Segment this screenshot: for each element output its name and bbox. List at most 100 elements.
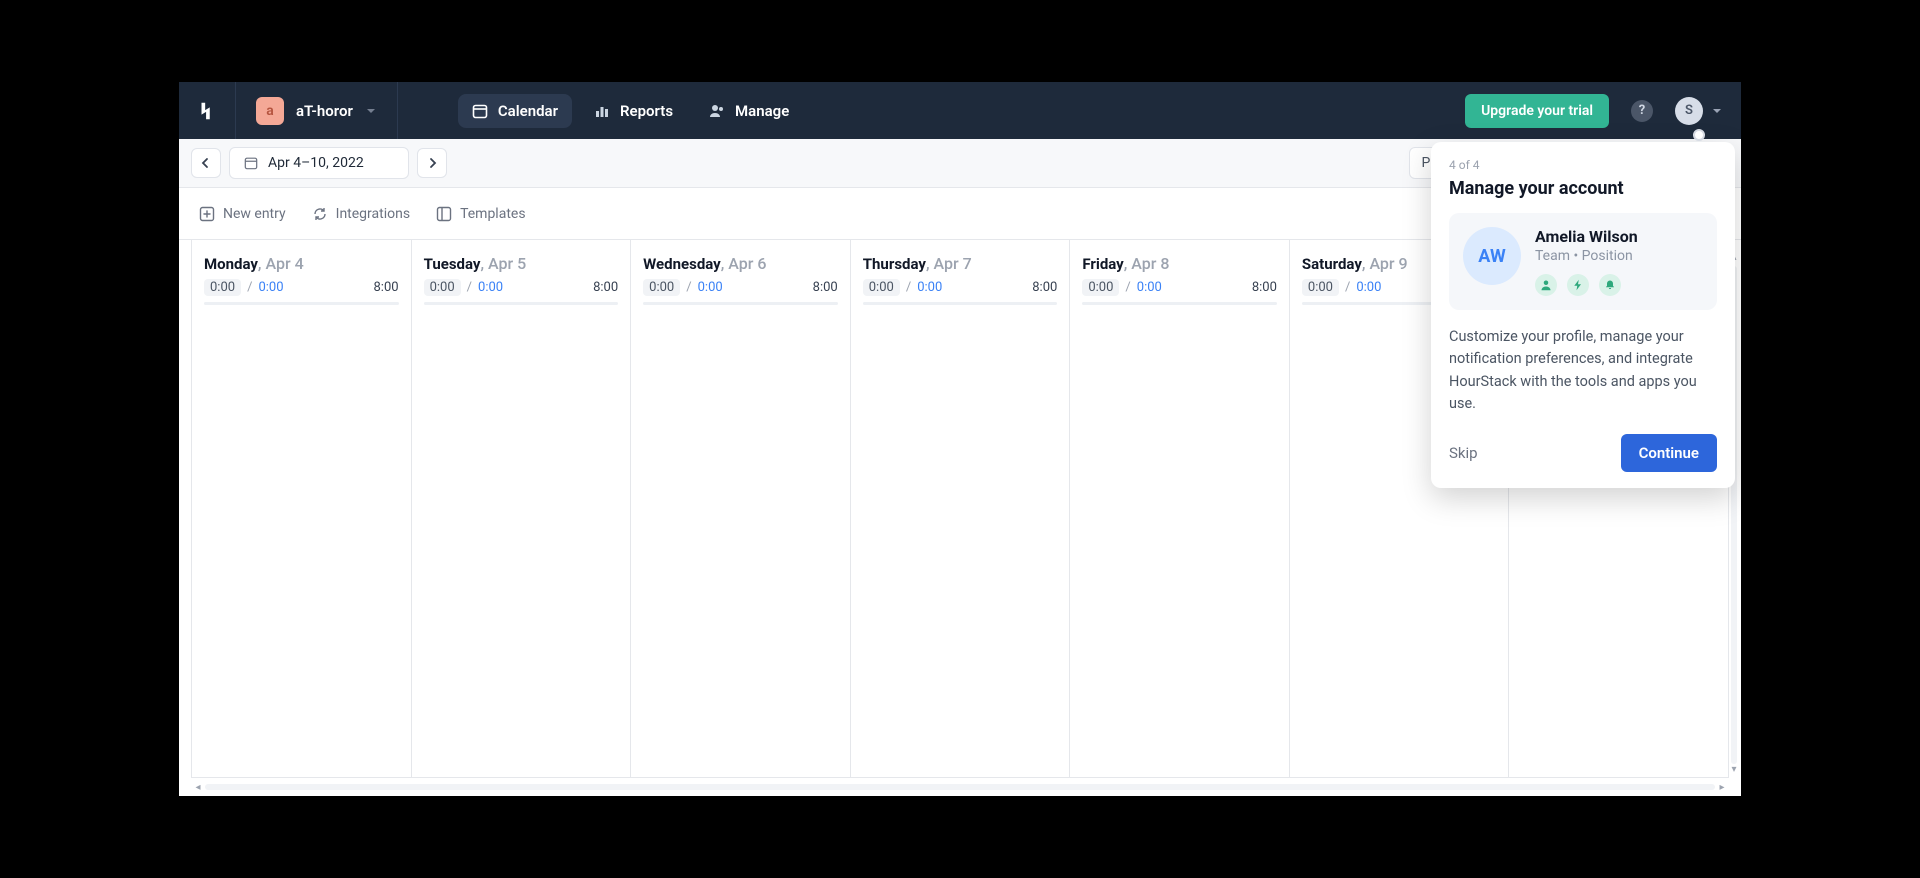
template-icon [436, 206, 452, 222]
hours-scheduled: 0:00 [478, 280, 503, 295]
day-hours: 0:00/0:008:00 [631, 279, 850, 302]
hours-progress [1082, 302, 1277, 305]
hours-progress [643, 302, 838, 305]
day-date: , Apr 6 [721, 254, 767, 273]
popover-anchor-dot [1693, 129, 1705, 141]
calendar-icon [472, 103, 488, 119]
hours-progress [863, 302, 1058, 305]
bar-chart-icon [594, 103, 610, 119]
arrow-right-icon [426, 157, 438, 169]
hours-scheduled: 0:00 [1356, 280, 1381, 295]
refresh-icon [312, 206, 328, 222]
day-date: , Apr 5 [480, 254, 526, 273]
onboarding-step: 4 of 4 [1449, 158, 1717, 172]
profile-card: AW Amelia Wilson Team • Position [1449, 213, 1717, 310]
chevron-down-icon [365, 105, 377, 117]
hours-capacity: 8:00 [374, 280, 399, 295]
day-hours: 0:00/0:008:00 [412, 279, 631, 302]
bolt-icon [1567, 274, 1589, 296]
day-header: Thursday, Apr 7 [851, 240, 1070, 279]
logo-icon [196, 100, 218, 122]
profile-meta: Team • Position [1535, 248, 1638, 264]
hours-logged: 0:00 [643, 279, 680, 296]
onboarding-popover: 4 of 4 Manage your account AW Amelia Wil… [1431, 142, 1735, 488]
hours-logged: 0:00 [1302, 279, 1339, 296]
hours-scheduled: 0:00 [698, 280, 723, 295]
day-name: Thursday [863, 255, 926, 273]
bell-icon [1599, 274, 1621, 296]
hours-progress [424, 302, 619, 305]
day-hours: 0:00/0:008:00 [192, 279, 411, 302]
help-button[interactable]: ? [1631, 100, 1653, 122]
day-date: , Apr 9 [1362, 254, 1408, 273]
upgrade-button[interactable]: Upgrade your trial [1465, 94, 1609, 128]
users-icon [709, 103, 725, 119]
skip-button[interactable]: Skip [1449, 444, 1478, 462]
day-column[interactable]: Friday, Apr 80:00/0:008:00 [1070, 240, 1290, 777]
horizontal-scrollbar[interactable]: ◂ ▸ [191, 782, 1729, 792]
tab-manage-label: Manage [735, 102, 789, 120]
top-nav: a aT-horor Calendar Reports Manage Upgra… [179, 82, 1741, 139]
hours-scheduled: 0:00 [917, 280, 942, 295]
day-date: , Apr 4 [258, 254, 304, 273]
hours-capacity: 8:00 [813, 280, 838, 295]
hours-scheduled: 0:00 [1137, 280, 1162, 295]
user-avatar: S [1675, 97, 1703, 125]
integrations-button[interactable]: Integrations [312, 206, 410, 222]
plus-square-icon [199, 206, 215, 222]
chevron-down-icon [1711, 105, 1723, 117]
scroll-right-icon: ▸ [1715, 782, 1729, 793]
day-column[interactable]: Tuesday, Apr 50:00/0:008:00 [412, 240, 632, 777]
tab-calendar[interactable]: Calendar [458, 94, 572, 128]
profile-icons [1535, 274, 1638, 296]
hours-progress [204, 302, 399, 305]
templates-button[interactable]: Templates [436, 206, 526, 222]
templates-label: Templates [460, 206, 526, 222]
day-date: , Apr 7 [926, 254, 972, 273]
continue-button[interactable]: Continue [1621, 434, 1717, 472]
workspace-name: aT-horor [296, 102, 353, 120]
day-column[interactable]: Thursday, Apr 70:00/0:008:00 [851, 240, 1071, 777]
workspace-switcher[interactable]: a aT-horor [236, 82, 398, 139]
onboarding-title: Manage your account [1449, 178, 1717, 199]
hours-logged: 0:00 [863, 279, 900, 296]
date-range-picker[interactable]: Apr 4–10, 2022 [229, 147, 409, 179]
prev-week-button[interactable] [191, 148, 221, 178]
day-hours: 0:00/0:008:00 [1070, 279, 1289, 302]
hours-logged: 0:00 [424, 279, 461, 296]
user-menu[interactable]: S [1675, 97, 1723, 125]
tab-manage[interactable]: Manage [695, 94, 803, 128]
day-name: Tuesday [424, 255, 481, 273]
hours-scheduled: 0:00 [258, 280, 283, 295]
day-column[interactable]: Monday, Apr 40:00/0:008:00 [192, 240, 412, 777]
app-logo[interactable] [179, 82, 236, 139]
new-entry-label: New entry [223, 206, 286, 222]
day-name: Wednesday [643, 255, 721, 273]
day-header: Wednesday, Apr 6 [631, 240, 850, 279]
profile-avatar: AW [1463, 227, 1521, 285]
calendar-icon [244, 156, 258, 170]
arrow-left-icon [200, 157, 212, 169]
day-name: Friday [1082, 255, 1123, 273]
tab-reports-label: Reports [620, 102, 673, 120]
new-entry-button[interactable]: New entry [199, 206, 286, 222]
main-tabs: Calendar Reports Manage [458, 94, 803, 128]
day-name: Monday [204, 255, 258, 273]
hours-capacity: 8:00 [593, 280, 618, 295]
scroll-down-icon: ▾ [1731, 764, 1736, 778]
hours-capacity: 8:00 [1032, 280, 1057, 295]
onboarding-description: Customize your profile, manage your noti… [1449, 326, 1717, 416]
person-icon [1535, 274, 1557, 296]
next-week-button[interactable] [417, 148, 447, 178]
hours-capacity: 8:00 [1252, 280, 1277, 295]
tab-reports[interactable]: Reports [580, 94, 687, 128]
integrations-label: Integrations [336, 206, 410, 222]
day-column[interactable]: Wednesday, Apr 60:00/0:008:00 [631, 240, 851, 777]
date-range-label: Apr 4–10, 2022 [268, 155, 364, 171]
day-hours: 0:00/0:008:00 [851, 279, 1070, 302]
day-header: Monday, Apr 4 [192, 240, 411, 279]
day-name: Saturday [1302, 255, 1362, 273]
day-date: , Apr 8 [1124, 254, 1170, 273]
hours-logged: 0:00 [204, 279, 241, 296]
profile-name: Amelia Wilson [1535, 227, 1638, 246]
